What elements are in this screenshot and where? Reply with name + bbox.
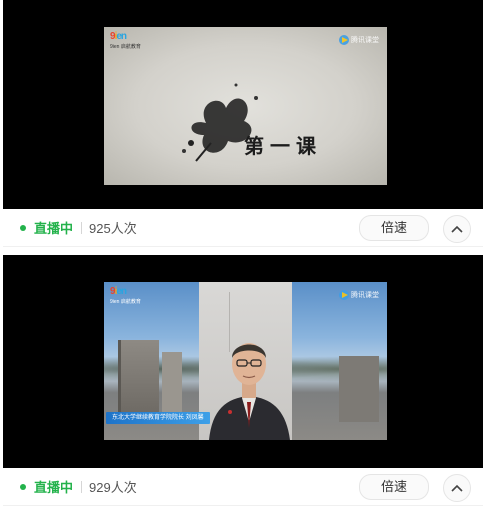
video-frame[interactable]: 9ien 9ien 启航教育 腾讯课堂 东北大学继续教育学院院长 刘凤馨 [104, 282, 387, 440]
chevron-up-icon [451, 484, 463, 492]
brand-logo: 9ien 9ien 启航教育 [110, 31, 141, 50]
brand-logo: 9ien 9ien 启航教育 [110, 286, 141, 305]
gate-pillar [339, 356, 379, 422]
viewer-count: 925人次 [89, 221, 137, 236]
viewer-count: 929人次 [89, 480, 137, 495]
partner-logo: 腾讯课堂 [339, 290, 379, 300]
live-status-label: 直播中 [34, 480, 74, 495]
gate-pillar [162, 352, 182, 416]
live-stream-card-1: 9ien 9ien 启航教育 腾讯课堂 第一课 直播中 925人次 倍速 [3, 0, 483, 247]
playback-speed-button[interactable]: 倍速 [359, 215, 429, 241]
divider [81, 221, 83, 234]
player-controls: 直播中 925人次 倍速 [3, 209, 483, 247]
speaker-figure [209, 343, 290, 440]
video-frame[interactable]: 9ien 9ien 启航教育 腾讯课堂 第一课 [104, 27, 387, 185]
collapse-button[interactable] [443, 474, 471, 502]
video-player[interactable]: 9ien 9ien 启航教育 腾讯课堂 第一课 [3, 0, 483, 209]
play-logo-icon [339, 290, 349, 300]
gate-pillar [118, 340, 159, 416]
live-status-label: 直播中 [34, 221, 74, 236]
play-logo-icon [339, 35, 349, 45]
video-player[interactable]: 9ien 9ien 启航教育 腾讯课堂 东北大学继续教育学院院长 刘凤馨 [3, 255, 483, 468]
player-controls: 直播中 929人次 倍速 [3, 468, 483, 506]
live-status-dot [20, 224, 26, 231]
partner-logo: 腾讯课堂 [339, 35, 379, 45]
playback-speed-button[interactable]: 倍速 [359, 474, 429, 500]
live-status-dot [20, 483, 26, 490]
speaker-caption: 东北大学继续教育学院院长 刘凤馨 [106, 412, 210, 424]
divider [81, 480, 83, 493]
chevron-up-icon [451, 225, 463, 233]
collapse-button[interactable] [443, 215, 471, 243]
live-stream-card-2: 9ien 9ien 启航教育 腾讯课堂 东北大学继续教育学院院长 刘凤馨 直播中… [3, 255, 483, 506]
video-title: 第一课 [244, 134, 322, 158]
